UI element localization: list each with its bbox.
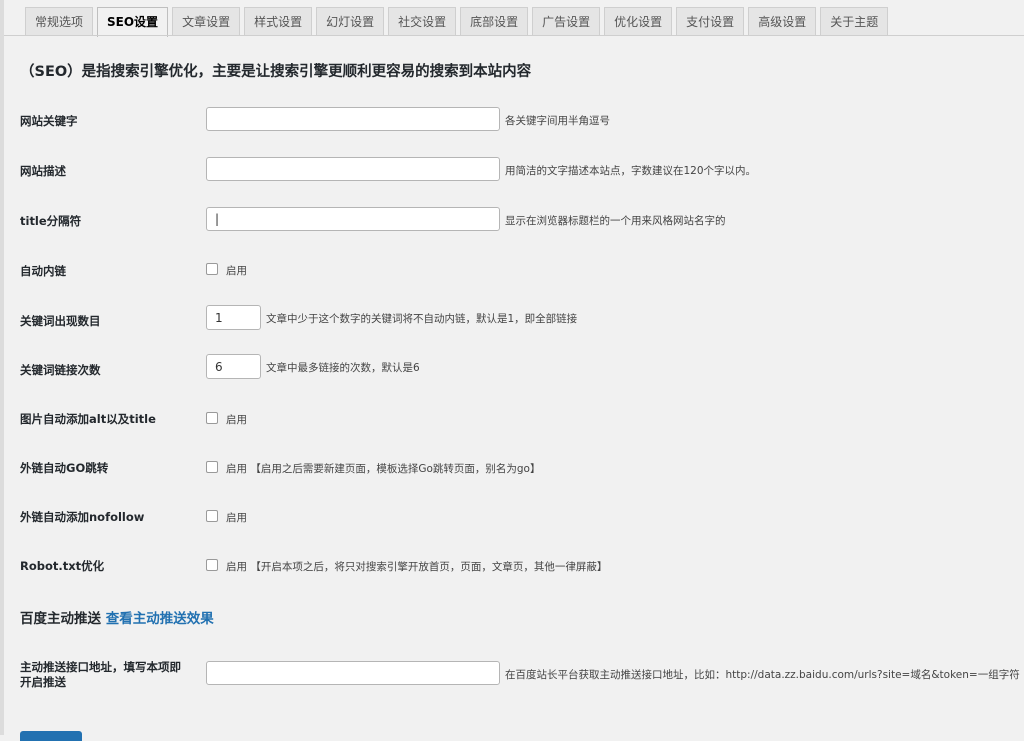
save-button[interactable]	[20, 731, 82, 741]
tab-social[interactable]: 社交设置	[388, 7, 457, 35]
title-separator-input[interactable]	[206, 207, 500, 231]
nofollow-checkbox-label: 启用	[226, 512, 247, 524]
robots-checkbox-label: 启用 【开启本项之后，将只对搜索引擎开放首页，页面，文章页，其他一律屏蔽】	[226, 561, 608, 573]
go-redirect-checkbox-label: 启用 【启用之后需要新建页面，模板选择Go跳转页面，别名为go】	[226, 463, 541, 475]
go-redirect-label: 外链自动GO跳转	[20, 461, 109, 475]
image-alt-checkbox-label: 启用	[226, 414, 247, 426]
tab-footer[interactable]: 底部设置	[460, 7, 529, 35]
keywords-input[interactable]	[206, 107, 500, 131]
keyword-link-times-desc: 文章中最多链接的次数，默认是6	[266, 362, 420, 374]
tab-about[interactable]: 关于主题	[820, 7, 889, 35]
view-push-effect-link[interactable]: 查看主动推送效果	[106, 611, 214, 627]
description-input[interactable]	[206, 157, 500, 181]
robots-label: Robot.txt优化	[20, 559, 105, 573]
settings-tabs: 常规选项 SEO设置 文章设置 样式设置 幻灯设置 社交设置 底部设置 广告设置…	[25, 7, 892, 37]
tab-optimize[interactable]: 优化设置	[604, 7, 673, 35]
tab-style[interactable]: 样式设置	[244, 7, 313, 35]
title-separator-label: title分隔符	[20, 214, 82, 228]
push-api-input[interactable]	[206, 661, 500, 685]
auto-link-checkbox[interactable]	[206, 263, 218, 275]
keyword-count-desc: 文章中少于这个数字的关键词将不自动内链，默认是1，即全部链接	[266, 313, 578, 325]
keywords-label: 网站关键字	[20, 114, 78, 128]
push-api-label-line2: 开启推送	[20, 675, 66, 689]
keyword-count-label: 关键词出现数目	[20, 314, 101, 328]
title-separator-desc: 显示在浏览器标题栏的一个用来风格网站名字的	[505, 215, 726, 227]
keyword-link-times-label: 关键词链接次数	[20, 363, 101, 377]
left-edge	[0, 0, 4, 735]
description-label: 网站描述	[20, 164, 66, 178]
image-alt-label: 图片自动添加alt以及title	[20, 412, 156, 426]
tab-payment[interactable]: 支付设置	[676, 7, 745, 35]
robots-checkbox[interactable]	[206, 559, 218, 571]
description-desc: 用简洁的文字描述本站点，字数建议在120个字以内。	[505, 165, 757, 177]
baidu-push-title: 百度主动推送	[20, 611, 101, 627]
auto-link-label: 自动内链	[20, 264, 66, 278]
nofollow-checkbox[interactable]	[206, 510, 218, 522]
push-api-label: 主动推送接口地址，填写本项即 开启推送	[20, 660, 181, 690]
keywords-desc: 各关键字间用半角逗号	[505, 115, 610, 127]
push-api-desc: 在百度站长平台获取主动推送接口地址，比如：http://data.zz.baid…	[505, 669, 1020, 681]
tab-advanced[interactable]: 高级设置	[748, 7, 817, 35]
tab-slider[interactable]: 幻灯设置	[316, 7, 385, 35]
tabs-divider	[4, 35, 1024, 36]
tab-general[interactable]: 常规选项	[25, 7, 94, 35]
tab-seo[interactable]: SEO设置	[97, 7, 169, 37]
push-api-label-line1: 主动推送接口地址，填写本项即	[20, 660, 181, 674]
baidu-push-heading: 百度主动推送 查看主动推送效果	[20, 607, 214, 627]
tab-ads[interactable]: 广告设置	[532, 7, 601, 35]
go-redirect-checkbox[interactable]	[206, 461, 218, 473]
keyword-count-input[interactable]	[206, 305, 261, 330]
keyword-link-times-input[interactable]	[206, 354, 261, 379]
auto-link-checkbox-label: 启用	[226, 265, 247, 277]
image-alt-checkbox[interactable]	[206, 412, 218, 424]
tab-article[interactable]: 文章设置	[172, 7, 241, 35]
page-heading: （SEO）是指搜索引擎优化，主要是让搜索引擎更顺利更容易的搜索到本站内容	[20, 64, 532, 80]
nofollow-label: 外链自动添加nofollow	[20, 510, 145, 524]
